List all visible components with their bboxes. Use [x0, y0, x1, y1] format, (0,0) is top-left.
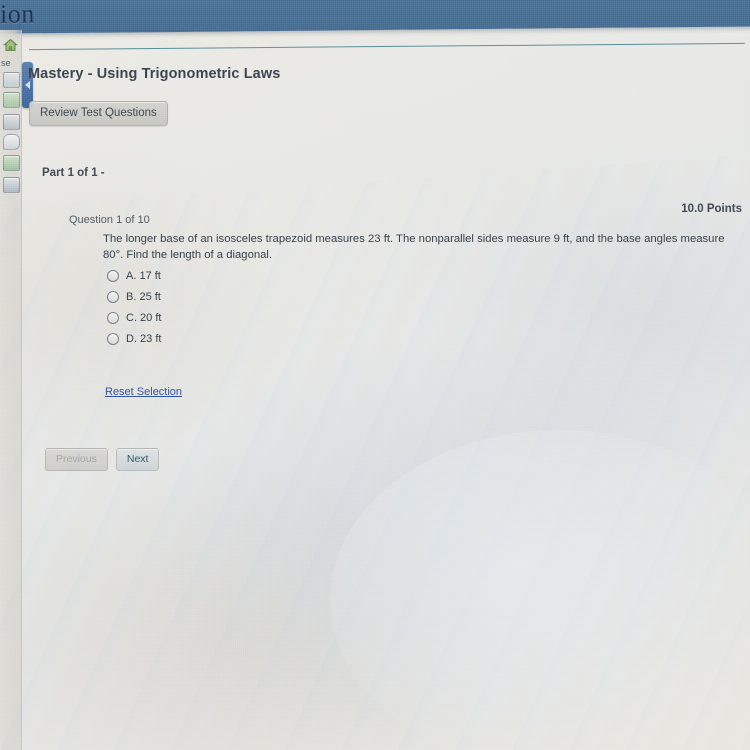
previous-button[interactable]: Previous	[45, 448, 108, 471]
answer-choice-d-label: D. 23 ft	[126, 332, 162, 345]
home-icon-glyph	[3, 38, 18, 51]
bookmark-icon[interactable]	[3, 155, 20, 171]
radio-button-d[interactable]	[107, 332, 119, 345]
answer-choices: A. 17 ft B. 25 ft C. 20 ft D. 23 ft	[107, 265, 161, 349]
reset-selection-link[interactable]: Reset Selection	[105, 386, 182, 398]
review-test-questions-button[interactable]: Review Test Questions	[29, 101, 168, 126]
radio-button-a[interactable]	[107, 269, 119, 282]
screen-photo: ion se Mastery - Using Trigonometric Law…	[0, 0, 750, 750]
browser-sidebar[interactable]: se	[0, 30, 22, 750]
window-title-fragment: ion	[0, 0, 35, 29]
radio-button-c[interactable]	[107, 311, 119, 324]
question-navigation: Previous Next	[45, 448, 160, 471]
bookmark-icon[interactable]	[3, 72, 20, 88]
question-text: The longer base of an isosceles trapezoi…	[103, 233, 725, 261]
answer-choice-c-label: C. 20 ft	[126, 311, 162, 324]
test-content: Mastery - Using Trigonometric Laws Revie…	[21, 36, 750, 750]
answer-choice-d[interactable]: D. 23 ft	[107, 328, 161, 349]
answer-choice-b-label: B. 25 ft	[126, 290, 161, 303]
radio-button-b[interactable]	[107, 290, 119, 303]
next-button[interactable]: Next	[115, 448, 160, 471]
question-counter: Question 1 of 10	[69, 214, 150, 226]
bookmark-icon[interactable]	[3, 92, 20, 108]
browser-titlebar: ion	[0, 0, 750, 34]
answer-choice-c[interactable]: C. 20 ft	[107, 307, 161, 328]
answer-choice-a[interactable]: A. 17 ft	[107, 265, 161, 286]
image-icon[interactable]	[3, 177, 20, 193]
sidebar-label-fragment: se	[1, 58, 11, 68]
part-label: Part 1 of 1 -	[42, 167, 105, 179]
answer-choice-a-label: A. 17 ft	[126, 269, 161, 282]
home-icon[interactable]	[3, 38, 18, 52]
header-divider	[29, 42, 745, 51]
note-icon[interactable]	[3, 114, 20, 130]
chat-icon[interactable]	[3, 134, 20, 150]
points-value: 10.0 Points	[681, 203, 742, 215]
page-title: Mastery - Using Trigonometric Laws	[28, 66, 281, 82]
answer-choice-b[interactable]: B. 25 ft	[107, 286, 161, 307]
